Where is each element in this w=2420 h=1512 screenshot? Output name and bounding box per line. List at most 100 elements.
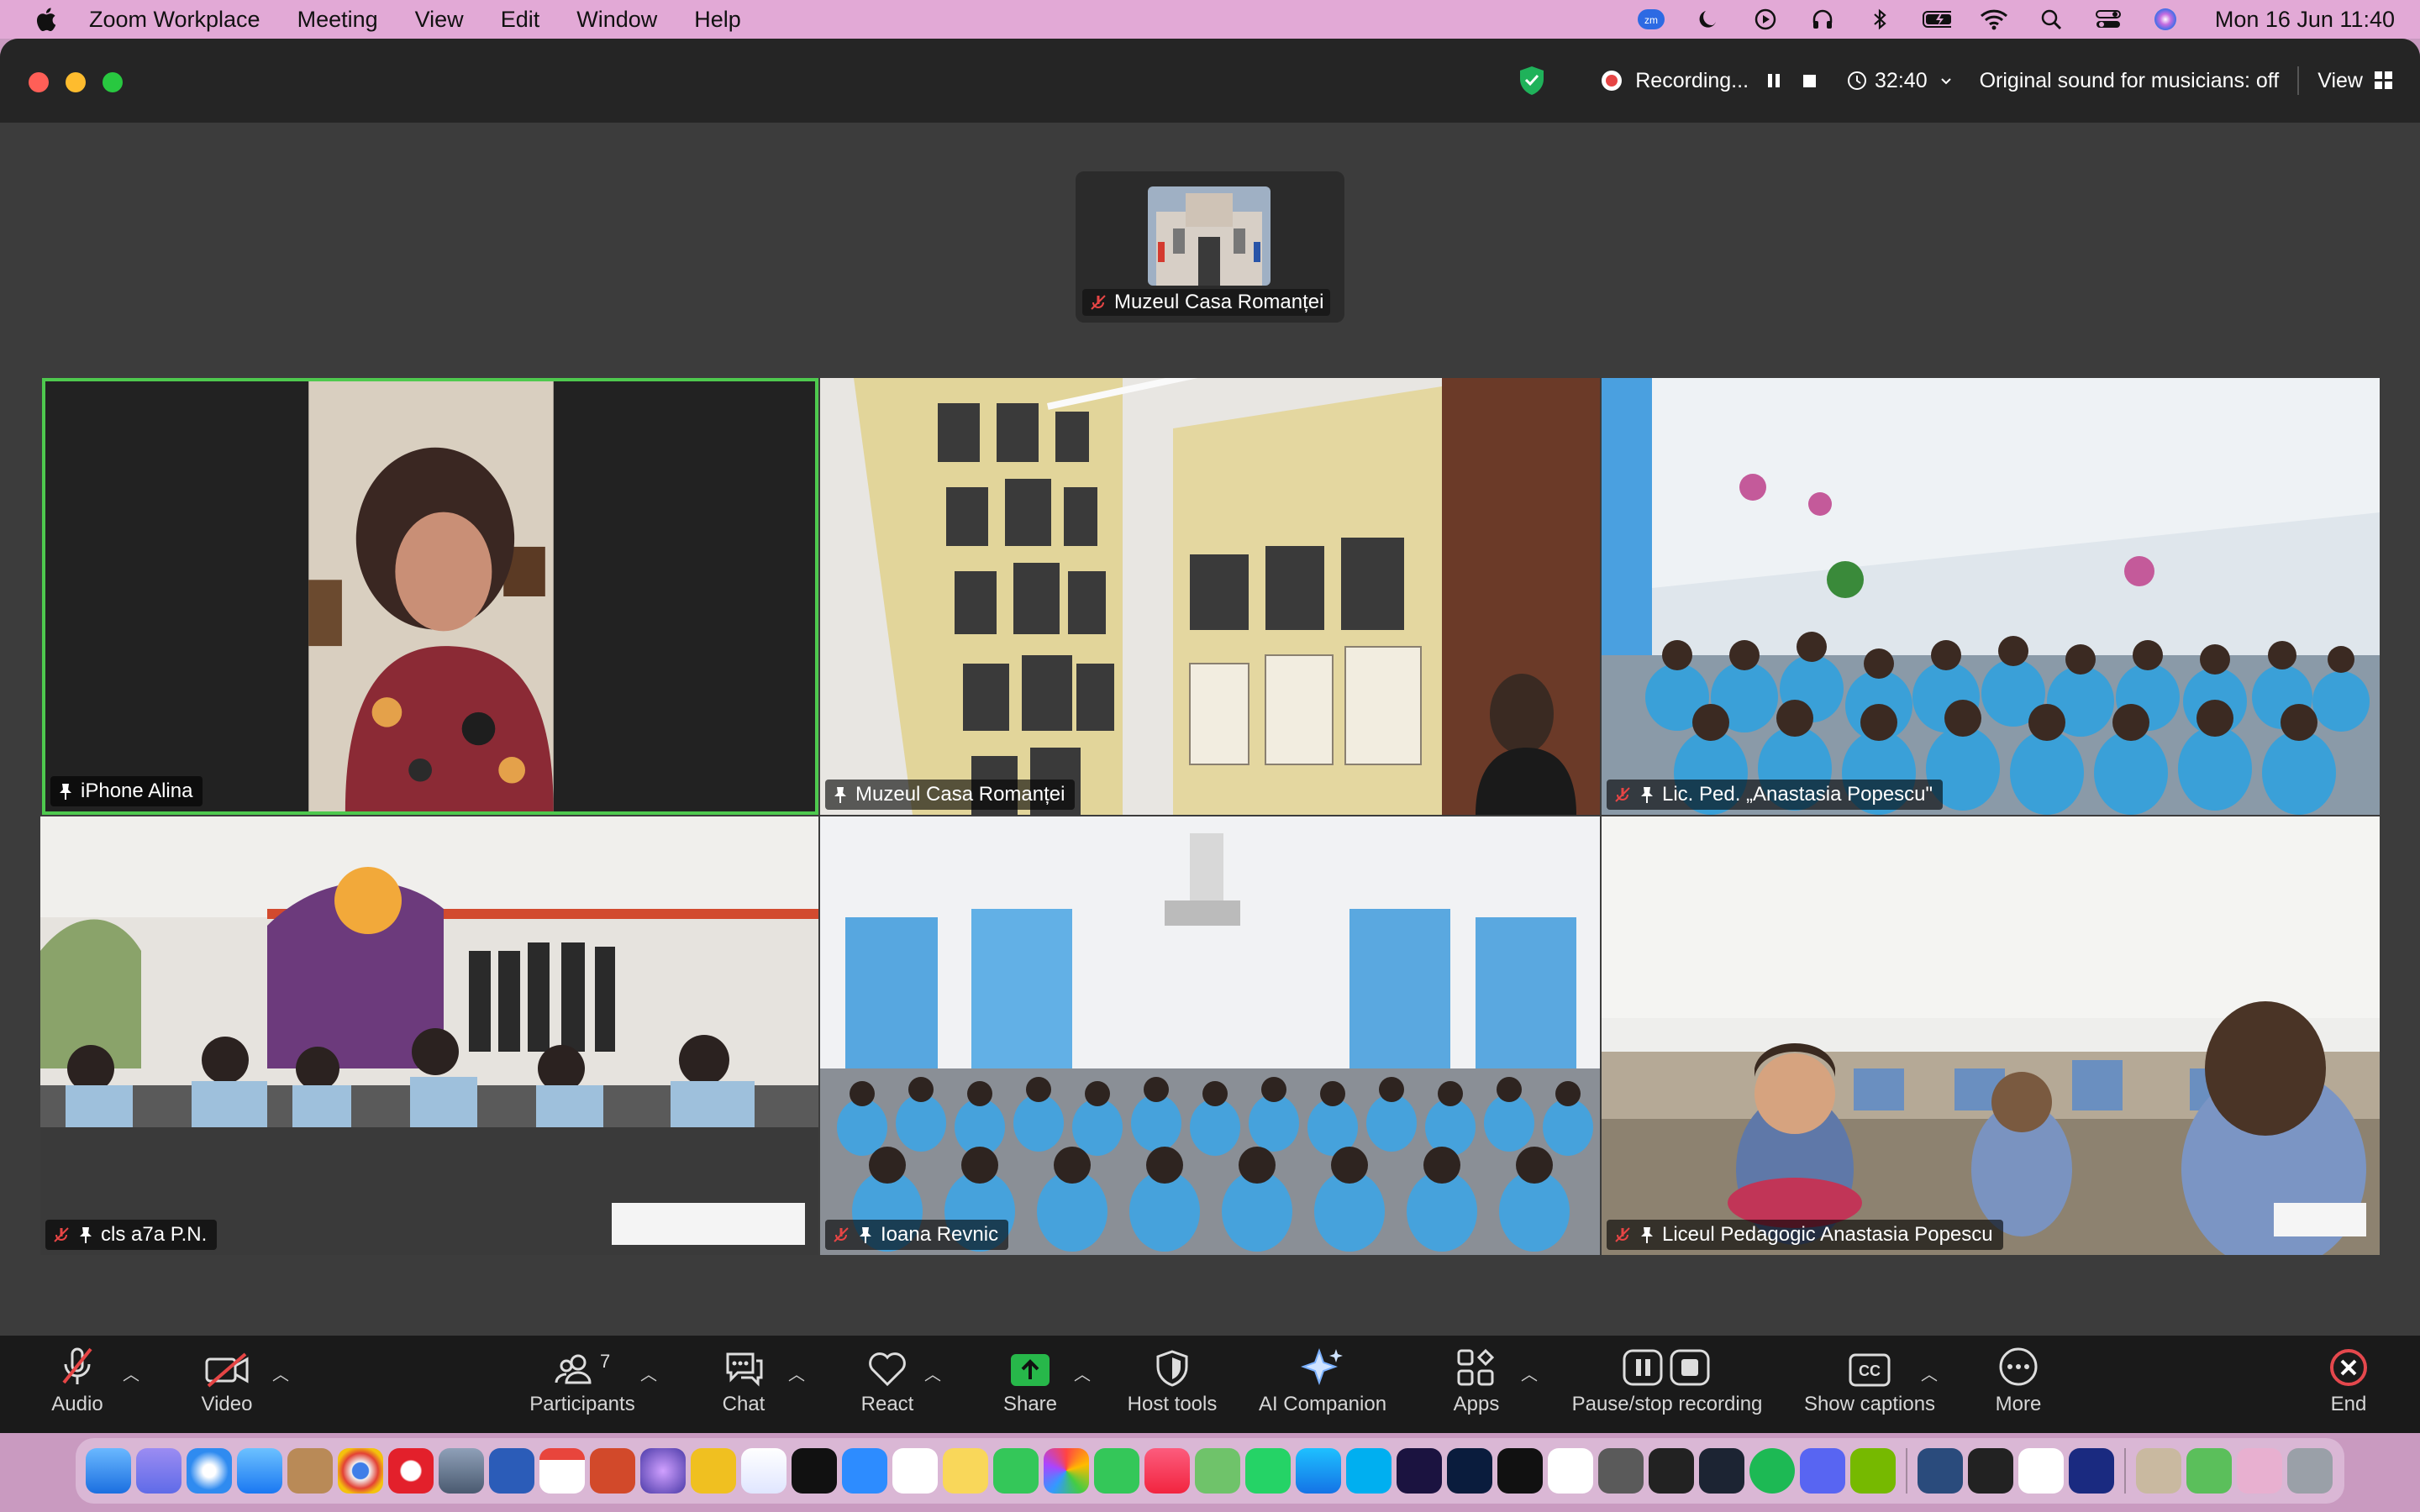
photos-icon[interactable]: [1044, 1448, 1089, 1494]
trash-icon[interactable]: [2287, 1448, 2333, 1494]
menu-clock[interactable]: Mon 16 Jun 11:40: [2215, 7, 2395, 33]
grid-view-icon[interactable]: [2373, 70, 2395, 92]
system-settings-icon[interactable]: [1598, 1448, 1644, 1494]
safari-icon[interactable]: [187, 1448, 232, 1494]
mail-icon[interactable]: [237, 1448, 282, 1494]
apps-options-chevron-icon[interactable]: ︿: [1521, 1361, 1538, 1385]
menu-help[interactable]: Help: [676, 7, 760, 33]
bluetooth-icon[interactable]: [1865, 8, 1894, 31]
launchpad-icon[interactable]: [136, 1448, 182, 1494]
zoom-status-icon[interactable]: zm: [1637, 8, 1665, 31]
whatsapp-icon[interactable]: [1245, 1448, 1291, 1494]
menu-edit[interactable]: Edit: [482, 7, 559, 33]
discord-icon[interactable]: [1800, 1448, 1845, 1494]
video-tile-cls-a7a-pn[interactable]: cls a7a P.N.: [40, 816, 818, 1255]
capcut-icon[interactable]: [1548, 1448, 1593, 1494]
skype-icon[interactable]: [1346, 1448, 1392, 1494]
notes-icon[interactable]: [943, 1448, 988, 1494]
premiere-icon[interactable]: [1397, 1448, 1442, 1494]
pause-stop-recording-button[interactable]: Pause/stop recording: [1565, 1336, 1770, 1433]
photoshop-icon[interactable]: [1447, 1448, 1492, 1494]
more-button[interactable]: More: [1988, 1336, 2049, 1433]
apple-tv-icon[interactable]: [792, 1448, 837, 1494]
menu-window[interactable]: Window: [558, 7, 676, 33]
captions-options-chevron-icon[interactable]: ︿: [1921, 1361, 1938, 1385]
spotify-icon[interactable]: [1749, 1448, 1795, 1494]
moon-icon[interactable]: [1694, 8, 1723, 31]
chevron-down-icon[interactable]: [1938, 72, 1954, 89]
wifi-icon[interactable]: [1980, 8, 2008, 31]
apple-icon[interactable]: [34, 6, 57, 33]
zoom-app-icon[interactable]: [842, 1448, 887, 1494]
video-tile-liceul-pedagogic[interactable]: Liceul Pedagogic Anastasia Popescu: [1602, 816, 2380, 1255]
downloads-stack-icon[interactable]: [2186, 1448, 2232, 1494]
share-button[interactable]: Share: [997, 1336, 1064, 1433]
contacts-icon[interactable]: [287, 1448, 333, 1494]
audio-options-chevron-icon[interactable]: ︿: [123, 1361, 139, 1385]
vectorworks-icon[interactable]: [1649, 1448, 1694, 1494]
finder-icon[interactable]: [86, 1448, 131, 1494]
facetime-icon[interactable]: [993, 1448, 1039, 1494]
participants-options-chevron-icon[interactable]: ︿: [640, 1361, 657, 1385]
preview-icon[interactable]: [439, 1448, 484, 1494]
nvidia-icon[interactable]: [1850, 1448, 1896, 1494]
weather-widget-icon[interactable]: [1968, 1448, 2013, 1494]
video-tile-ioana-revnic[interactable]: Ioana Revnic: [820, 816, 1600, 1255]
floating-video-thumbnail[interactable]: Muzeul Casa Romanței: [1076, 171, 1344, 323]
pause-recording-icon[interactable]: [1765, 71, 1782, 90]
messages-icon[interactable]: [1094, 1448, 1139, 1494]
siri-app-icon[interactable]: [640, 1448, 686, 1494]
quicktime-icon[interactable]: [1918, 1448, 1963, 1494]
opera-icon[interactable]: [388, 1448, 434, 1494]
audio-button[interactable]: Audio: [42, 1336, 113, 1433]
menu-meeting[interactable]: Meeting: [279, 7, 397, 33]
ai-companion-button[interactable]: AI Companion: [1255, 1336, 1390, 1433]
office-icon[interactable]: [2018, 1448, 2064, 1494]
utility-app-icon[interactable]: [691, 1448, 736, 1494]
recent-image-icon[interactable]: [2136, 1448, 2181, 1494]
stop-recording-icon[interactable]: [1801, 71, 1818, 90]
participants-button[interactable]: 7 Participants: [521, 1336, 644, 1433]
word-icon[interactable]: [489, 1448, 534, 1494]
control-center-icon[interactable]: [2094, 8, 2123, 31]
tiktok-icon[interactable]: [1497, 1448, 1543, 1494]
close-window-button[interactable]: [29, 72, 49, 92]
activity-monitor-icon[interactable]: [1699, 1448, 1744, 1494]
maps-icon[interactable]: [1195, 1448, 1240, 1494]
chat-options-chevron-icon[interactable]: ︿: [788, 1361, 805, 1385]
video-button[interactable]: Video: [193, 1336, 260, 1433]
video-tile-iphone-alina[interactable]: iPhone Alina: [42, 378, 818, 815]
share-options-chevron-icon[interactable]: ︿: [1074, 1361, 1091, 1385]
music-icon[interactable]: [1144, 1448, 1190, 1494]
encryption-shield-icon[interactable]: [1518, 65, 1546, 97]
zoom-window-button[interactable]: [103, 72, 123, 92]
app-store-icon[interactable]: [1296, 1448, 1341, 1494]
menu-app-name[interactable]: Zoom Workplace: [57, 7, 279, 33]
video-tile-muzeul-casa-romantei[interactable]: Muzeul Casa Romanței: [820, 378, 1600, 815]
battery-icon[interactable]: [1922, 8, 1951, 31]
video-options-chevron-icon[interactable]: ︿: [272, 1361, 289, 1385]
search-icon[interactable]: [2037, 8, 2065, 31]
headphones-icon[interactable]: [1808, 8, 1837, 31]
menu-view[interactable]: View: [397, 7, 482, 33]
show-captions-button[interactable]: CC Show captions: [1798, 1336, 1941, 1433]
creative-cloud-icon[interactable]: [2237, 1448, 2282, 1494]
meeting-timer[interactable]: 32:40: [1875, 69, 1928, 93]
view-button[interactable]: View: [2317, 69, 2363, 93]
media-encoder-icon[interactable]: [2069, 1448, 2114, 1494]
chrome-icon[interactable]: [338, 1448, 383, 1494]
chat-button[interactable]: Chat: [714, 1336, 773, 1433]
siri-icon[interactable]: [2151, 8, 2180, 31]
powerpoint-icon[interactable]: [590, 1448, 635, 1494]
video-tile-lic-ped-anastasia-popescu[interactable]: Lic. Ped. „Anastasia Popescu": [1602, 378, 2380, 815]
calendar-icon[interactable]: [539, 1448, 585, 1494]
play-circle-icon[interactable]: [1751, 8, 1780, 31]
react-options-chevron-icon[interactable]: ︿: [924, 1361, 941, 1385]
apps-button[interactable]: Apps: [1447, 1336, 1506, 1433]
react-button[interactable]: React: [854, 1336, 921, 1433]
minimize-window-button[interactable]: [66, 72, 86, 92]
reminders-icon[interactable]: [892, 1448, 938, 1494]
end-meeting-button[interactable]: End: [2319, 1336, 2378, 1433]
freeform-icon[interactable]: [741, 1448, 786, 1494]
host-tools-button[interactable]: Host tools: [1121, 1336, 1223, 1433]
